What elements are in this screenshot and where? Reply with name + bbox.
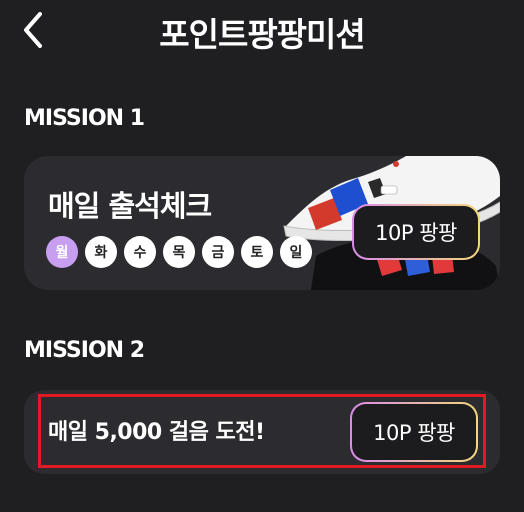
mission2-reward-button[interactable]: 10P 팡팡 <box>350 402 478 462</box>
day-wed: 수 <box>124 236 156 268</box>
day-thu: 목 <box>163 236 195 268</box>
mission1-card[interactable]: 매일 출석체크 월 화 수 목 금 토 일 10P 팡팡 <box>24 156 500 290</box>
header: 포인트팡팡미션 <box>0 0 524 62</box>
mission2-card[interactable]: 매일 5,000 걸음 도전! 10P 팡팡 <box>24 390 500 474</box>
mission1-title: 매일 출석체크 <box>48 189 212 223</box>
mission1-reward-button[interactable]: 10P 팡팡 <box>352 204 480 260</box>
weekday-list: 월 화 수 목 금 토 일 <box>46 236 312 268</box>
day-tue: 화 <box>85 236 117 268</box>
day-sat: 토 <box>241 236 273 268</box>
page-title: 포인트팡팡미션 <box>159 15 366 54</box>
mission2-title: 매일 5,000 걸음 도전! <box>48 420 265 445</box>
mission1-label: MISSION 1 <box>24 106 145 131</box>
mission2-label: MISSION 2 <box>24 338 145 363</box>
day-mon: 월 <box>46 236 78 268</box>
day-fri: 금 <box>202 236 234 268</box>
day-sun: 일 <box>280 236 312 268</box>
